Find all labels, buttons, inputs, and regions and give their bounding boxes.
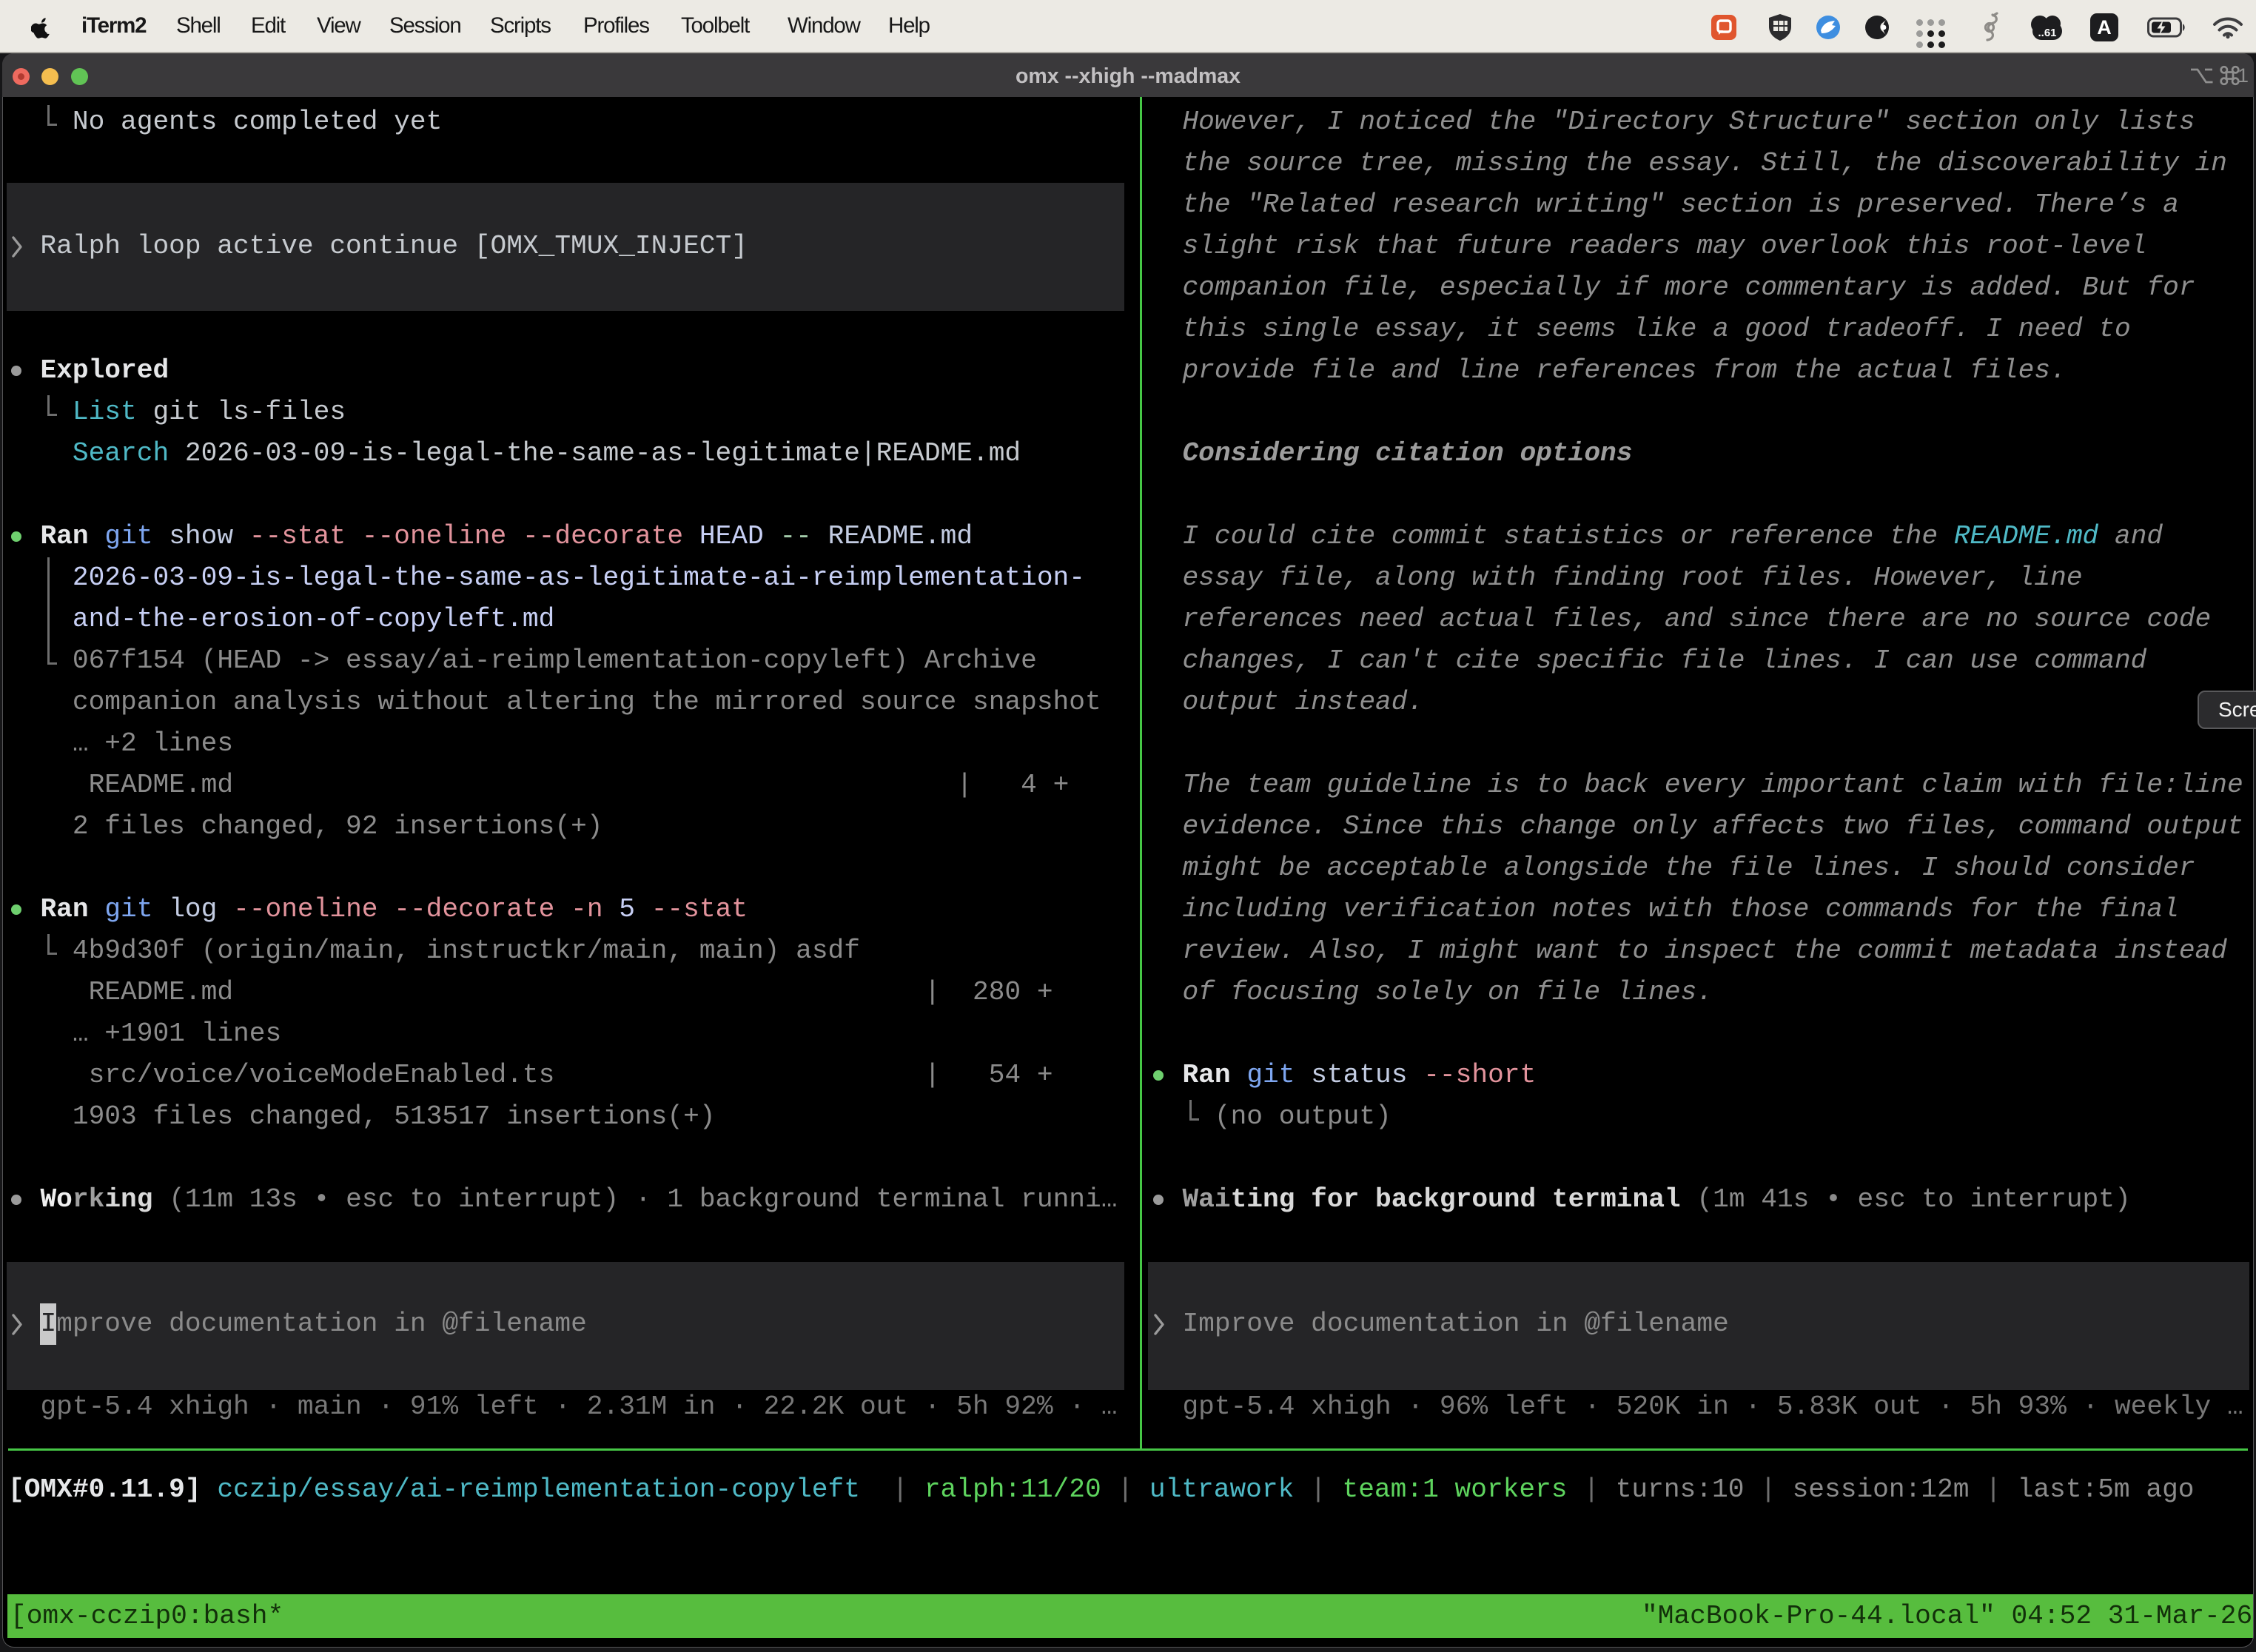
- svg-text:1: 1: [2237, 64, 2249, 87]
- svg-text:..61: ..61: [2038, 27, 2056, 39]
